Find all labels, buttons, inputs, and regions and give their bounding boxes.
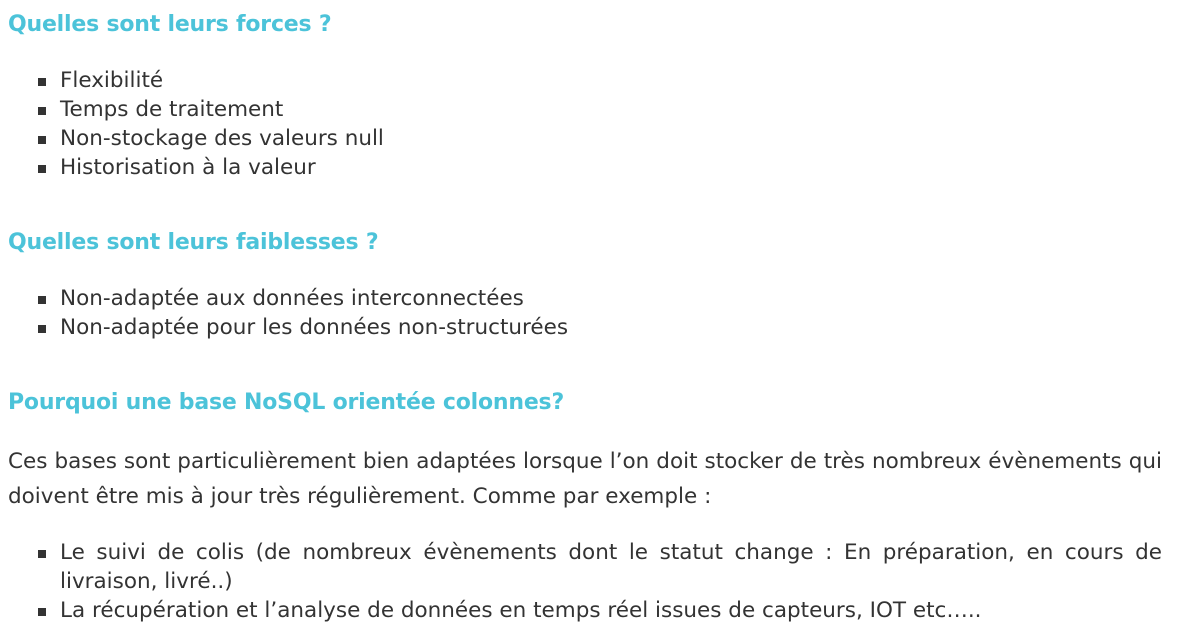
list-item: La récupération et l’analyse de données … [8, 596, 1162, 625]
list-item-text: Non-stockage des valeurs null [60, 126, 384, 151]
list-item: Le suivi de colis (de nombreux évènement… [8, 538, 1162, 596]
list-item-text: Le suivi de colis (de nombreux évènement… [60, 540, 1162, 594]
square-bullet-icon [38, 107, 46, 115]
list-item-text: Flexibilité [60, 68, 164, 93]
forces-list: Flexibilité Temps de traitement Non-stoc… [8, 66, 1162, 182]
list-item-text: Historisation à la valeur [60, 155, 316, 180]
list-item: Non-stockage des valeurs null [8, 124, 1162, 153]
faiblesses-heading: Quelles sont leurs faiblesses ? [8, 230, 379, 255]
forces-heading: Quelles sont leurs forces ? [8, 12, 332, 37]
faiblesses-list: Non-adaptée aux données interconnectées … [8, 284, 1162, 342]
list-item: Historisation à la valeur [8, 153, 1162, 182]
list-item: Non-adaptée aux données interconnectées [8, 284, 1162, 313]
square-bullet-icon [38, 296, 46, 304]
pourquoi-paragraph: Ces bases sont particulièrement bien ada… [8, 449, 1162, 509]
list-item-text: Non-adaptée aux données interconnectées [60, 286, 524, 311]
pourquoi-heading: Pourquoi une base NoSQL orientée colonne… [8, 390, 565, 415]
square-bullet-icon [38, 165, 46, 173]
list-item: Non-adaptée pour les données non-structu… [8, 313, 1162, 342]
list-item: Flexibilité [8, 66, 1162, 95]
square-bullet-icon [38, 608, 46, 616]
square-bullet-icon [38, 325, 46, 333]
examples-list: Le suivi de colis (de nombreux évènement… [8, 538, 1162, 625]
list-item-text: Temps de traitement [60, 97, 284, 122]
square-bullet-icon [38, 550, 46, 558]
list-item-text: Non-adaptée pour les données non-structu… [60, 315, 569, 340]
list-item: Temps de traitement [8, 95, 1162, 124]
square-bullet-icon [38, 136, 46, 144]
square-bullet-icon [38, 78, 46, 86]
list-item-text: La récupération et l’analyse de données … [60, 598, 982, 623]
